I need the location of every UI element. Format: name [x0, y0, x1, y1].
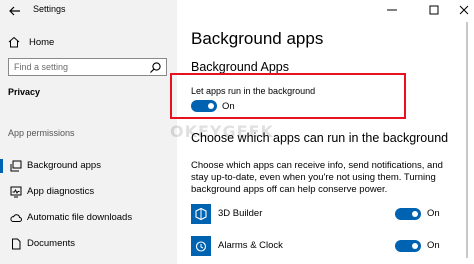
app-name: Alarms & Clock [218, 240, 283, 251]
app-toggle-switch[interactable] [395, 240, 421, 252]
app-toggle-switch[interactable] [395, 208, 421, 220]
sidebar-item-documents[interactable]: Documents [0, 235, 177, 253]
section-title-background-apps: Background Apps [191, 60, 289, 74]
search-box[interactable] [8, 58, 167, 76]
app-row-3d-builder: 3D Builder On [191, 204, 451, 226]
app-row-alarms-clock: Alarms & Clock On [191, 236, 451, 258]
search-button[interactable] [149, 61, 162, 74]
section-title-privacy: Privacy [8, 87, 41, 97]
window-title: Settings [33, 4, 66, 14]
search-input[interactable] [14, 61, 144, 73]
home-label: Home [29, 36, 55, 48]
app-toggle-state: On [427, 208, 440, 219]
sidebar-item-label: Background apps [27, 160, 101, 171]
page-title: Background apps [191, 29, 324, 48]
watermark: OKEYGEEK [170, 122, 274, 141]
sidebar-item-automatic-file-downloads[interactable]: Automatic file downloads [0, 209, 177, 227]
search-icon [150, 62, 161, 73]
sidebar-item-label: Documents [27, 238, 76, 249]
back-arrow-icon [9, 6, 20, 16]
sidebar-item-app-diagnostics[interactable]: App diagnostics [0, 183, 177, 201]
document-icon [12, 238, 21, 250]
3d-builder-icon [195, 207, 207, 221]
background-apps-icon [10, 160, 22, 172]
description-text: Choose which apps can receive info, send… [191, 160, 443, 195]
home-link[interactable]: Home [8, 35, 54, 49]
app-toggle-state: On [427, 240, 440, 251]
sidebar-item-label: App diagnostics [27, 186, 95, 197]
back-button[interactable] [6, 2, 24, 20]
group-label-app-permissions: App permissions [8, 128, 75, 138]
sidebar-item-background-apps[interactable]: Background apps [0, 157, 177, 175]
sidebar-item-label: Automatic file downloads [27, 212, 133, 223]
home-icon [8, 36, 20, 48]
cloud-icon [10, 214, 22, 222]
scrollbar[interactable] [466, 22, 468, 258]
app-tile [191, 204, 211, 224]
selection-indicator [0, 159, 3, 173]
highlight-box [170, 73, 406, 119]
app-tile [191, 236, 211, 256]
alarm-clock-icon [195, 241, 207, 252]
app-name: 3D Builder [218, 208, 263, 219]
diagnostics-icon [10, 186, 22, 198]
